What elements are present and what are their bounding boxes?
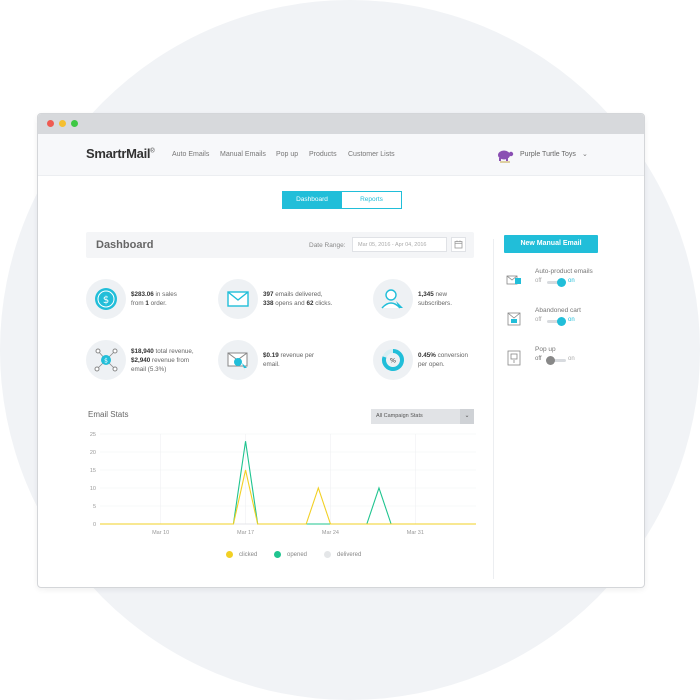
browser-window: SmartrMail® Auto Emails Manual Emails Po… [37,113,645,588]
stat-emails: 397 emails delivered, 338 opens and 62 cl… [218,279,348,319]
percent-donut-icon: % [373,340,413,380]
y-tick-label: 15 [90,468,96,474]
toggle-knob[interactable] [557,317,566,326]
page-title: Dashboard [96,239,154,251]
sidebar-item-label: Auto-product emails [535,268,593,275]
x-tick-label: Mar 17 [237,530,254,536]
y-tick-label: 0 [93,522,96,528]
series-line-opened [100,441,476,525]
stat-emails-text: 397 emails delivered, 338 opens and 62 cl… [263,291,333,307]
auto-product-toggle[interactable]: off on [535,278,605,287]
email-stats-chart: 0 5 10 15 20 25 Mar 10 Mar 17 Mar 24 Mar 31 [90,432,476,536]
email-stats-title: Email Stats [88,410,129,419]
legend-clicked-swatch [226,551,233,558]
legend-opened-swatch [274,551,281,558]
nav-link-manual-emails[interactable]: Manual Emails [220,151,266,158]
toggle-on-label: on [568,356,575,362]
sidebar-item-label: Pop up [535,346,556,353]
logo-mark: ® [150,148,155,155]
campaign-stats-dropdown[interactable]: All Campaign Stats ⌄ [371,409,474,424]
toggle-off-label: off [535,278,542,284]
legend-clicked-label: clicked [239,552,258,559]
chevron-down-icon[interactable]: ⌄ [460,409,474,424]
toggle-on-label: on [568,317,575,323]
tab-reports[interactable]: Reports [342,191,402,209]
series-line-clicked [100,469,476,525]
dollar-coin-icon: $ [86,279,126,319]
stat-revenue-text: $18,940 total revenue, $2,940 revenue fro… [131,348,194,373]
svg-text:%: % [390,357,396,365]
product-email-icon [506,275,521,285]
toggle-knob[interactable] [557,278,566,287]
stat-subscribers: 1,345 new subscribers. [373,279,503,319]
stat-revenue-per-email: $0.19 revenue per email. [218,340,348,380]
legend-clicked[interactable]: clicked [226,551,257,558]
date-range-label: Date Range: [309,242,346,249]
new-manual-email-button[interactable]: New Manual Email [504,235,598,253]
close-window-button[interactable] [47,120,54,127]
stat-conversion: % 0.45% conversion per open. [373,340,503,380]
toggle-off-label: off [535,317,542,323]
turtle-avatar-icon [498,150,514,163]
view-tabs: Dashboard Reports [282,191,402,209]
user-add-icon [373,279,413,319]
network-dollar-icon: $ [86,340,126,380]
y-tick-label: 20 [90,450,96,456]
svg-text:$: $ [103,295,109,306]
sidebar-item-label: Abandoned cart [535,307,581,314]
dashboard-header: Dashboard Date Range: Mar 05, 2016 - Apr… [86,232,474,258]
tab-dashboard[interactable]: Dashboard [282,191,342,209]
nav-link-products[interactable]: Products [309,151,337,158]
logo-text-main: Smartr [86,146,127,161]
minimize-window-button[interactable] [59,120,66,127]
y-tick-label: 5 [93,504,96,510]
stat-sales-text: $283.06 in sales from 1 order. [131,291,177,307]
email-cursor-icon [218,340,258,380]
calendar-icon[interactable] [451,237,466,252]
legend-opened[interactable]: opened [274,551,307,558]
nav-link-pop-up[interactable]: Pop up [276,151,298,158]
stat-sales: $ $283.06 in sales from 1 order. [86,279,216,319]
maximize-window-button[interactable] [71,120,78,127]
pop-up-toggle[interactable]: off on [535,356,605,365]
chevron-down-icon: ⌄ [582,151,588,158]
sidebar-item-abandoned-cart: Abandoned cart off on [506,307,606,337]
sidebar-item-auto-product-emails: Auto-product emails off on [506,268,606,298]
dropdown-value: All Campaign Stats [376,413,423,419]
legend-delivered-swatch [324,551,331,558]
svg-text:$: $ [104,358,108,365]
y-tick-label: 10 [90,486,96,492]
envelope-icon [218,279,258,319]
top-navigation: SmartrMail® Auto Emails Manual Emails Po… [38,134,644,176]
toggle-off-label: off [535,356,542,362]
legend-opened-label: opened [287,552,308,559]
toggle-knob[interactable] [546,356,555,365]
date-range-input[interactable]: Mar 05, 2016 - Apr 04, 2016 [352,237,447,252]
x-tick-label: Mar 31 [407,530,424,536]
app-logo[interactable]: SmartrMail® [86,146,155,161]
store-selector[interactable]: Purple Turtle Toys ⌄ [496,145,606,165]
nav-link-auto-emails[interactable]: Auto Emails [172,151,209,158]
nav-link-customer-lists[interactable]: Customer Lists [348,151,395,158]
popup-window-icon [507,350,521,366]
toggle-on-label: on [568,278,575,284]
sidebar-divider [493,239,494,579]
x-tick-label: Mar 10 [152,530,169,536]
store-name: Purple Turtle Toys [520,151,576,158]
stat-revenue-per-email-text: $0.19 revenue per email. [263,352,315,368]
abandoned-cart-toggle[interactable]: off on [535,317,605,326]
y-tick-label: 25 [90,432,96,438]
sidebar-item-pop-up: Pop up off on [506,346,606,376]
logo-text-mail: Mail [126,146,151,161]
cart-email-icon [507,312,521,326]
legend-delivered-label: delivered [337,552,362,559]
stat-revenue: $ $18,940 total revenue, $2,940 revenue f… [86,340,216,380]
legend-delivered[interactable]: delivered [324,551,361,558]
x-tick-label: Mar 24 [322,530,339,536]
window-titlebar [38,114,644,134]
